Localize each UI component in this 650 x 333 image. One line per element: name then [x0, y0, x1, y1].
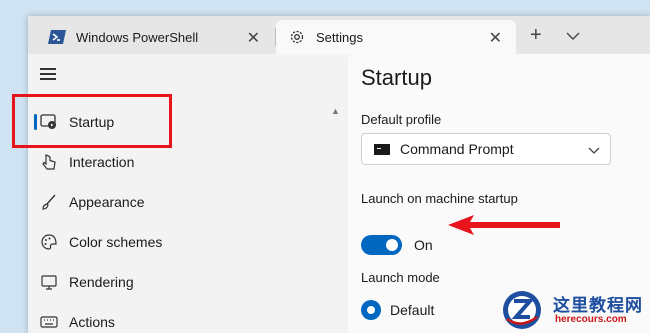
keyboard-icon: [40, 313, 58, 331]
close-icon[interactable]: ✕: [489, 28, 502, 48]
launch-startup-label: Launch on machine startup: [361, 191, 518, 206]
monitor-icon: [40, 273, 58, 291]
close-icon[interactable]: ✕: [247, 28, 260, 48]
sidebar-item-appearance[interactable]: Appearance: [28, 183, 328, 221]
sidebar-item-label: Actions: [69, 314, 115, 330]
page-title: Startup: [361, 65, 432, 90]
terminal-window: Windows PowerShell ✕ Settings ✕ + ▲ Star…: [28, 16, 650, 333]
chevron-down-icon[interactable]: [566, 28, 580, 46]
watermark-url: herecours.com: [555, 314, 627, 325]
command-prompt-icon: [374, 143, 390, 155]
watermark: 这里教程网 herecours.com: [497, 287, 650, 333]
tab-bar: Windows PowerShell ✕ Settings ✕ +: [28, 16, 650, 54]
default-profile-dropdown[interactable]: Command Prompt: [361, 133, 611, 165]
launch-mode-default-radio[interactable]: [361, 300, 381, 320]
annotation-highlight-box: [12, 94, 172, 148]
watermark-logo-icon: [503, 291, 541, 329]
radio-dot: [367, 306, 375, 314]
launch-startup-toggle[interactable]: [361, 235, 402, 255]
toggle-state-label: On: [414, 237, 433, 253]
new-tab-icon[interactable]: +: [530, 24, 542, 47]
sidebar-item-label: Interaction: [69, 154, 135, 170]
brush-icon: [40, 193, 58, 211]
tab-title: Settings: [316, 29, 363, 45]
palette-icon: [40, 233, 58, 251]
sidebar-item-color-schemes[interactable]: Color schemes: [28, 223, 328, 261]
default-profile-value: Command Prompt: [400, 141, 514, 157]
sidebar-item-label: Appearance: [69, 194, 145, 210]
pointer-icon: [40, 153, 58, 171]
default-profile-label: Default profile: [361, 112, 442, 127]
sidebar-item-interaction[interactable]: Interaction: [28, 143, 328, 181]
sidebar-item-rendering[interactable]: Rendering: [28, 263, 328, 301]
launch-mode-default-label: Default: [390, 302, 435, 318]
powershell-icon: [48, 28, 66, 46]
tab-title: Windows PowerShell: [76, 29, 199, 45]
launch-mode-label: Launch mode: [361, 270, 440, 285]
gear-icon: [288, 28, 306, 46]
toggle-knob: [386, 239, 398, 251]
tab-powershell[interactable]: Windows PowerShell ✕: [36, 20, 274, 54]
sidebar-item-label: Color schemes: [69, 234, 163, 250]
chevron-down-icon: [588, 142, 600, 158]
sidebar-item-label: Rendering: [69, 274, 134, 290]
annotation-arrow: [448, 215, 560, 235]
scroll-up-icon[interactable]: ▲: [331, 106, 340, 116]
watermark-text: 这里教程网: [553, 296, 643, 315]
sidebar-item-actions[interactable]: Actions: [28, 303, 328, 333]
hamburger-menu-icon[interactable]: [40, 68, 56, 80]
tab-settings[interactable]: Settings ✕: [276, 20, 516, 54]
